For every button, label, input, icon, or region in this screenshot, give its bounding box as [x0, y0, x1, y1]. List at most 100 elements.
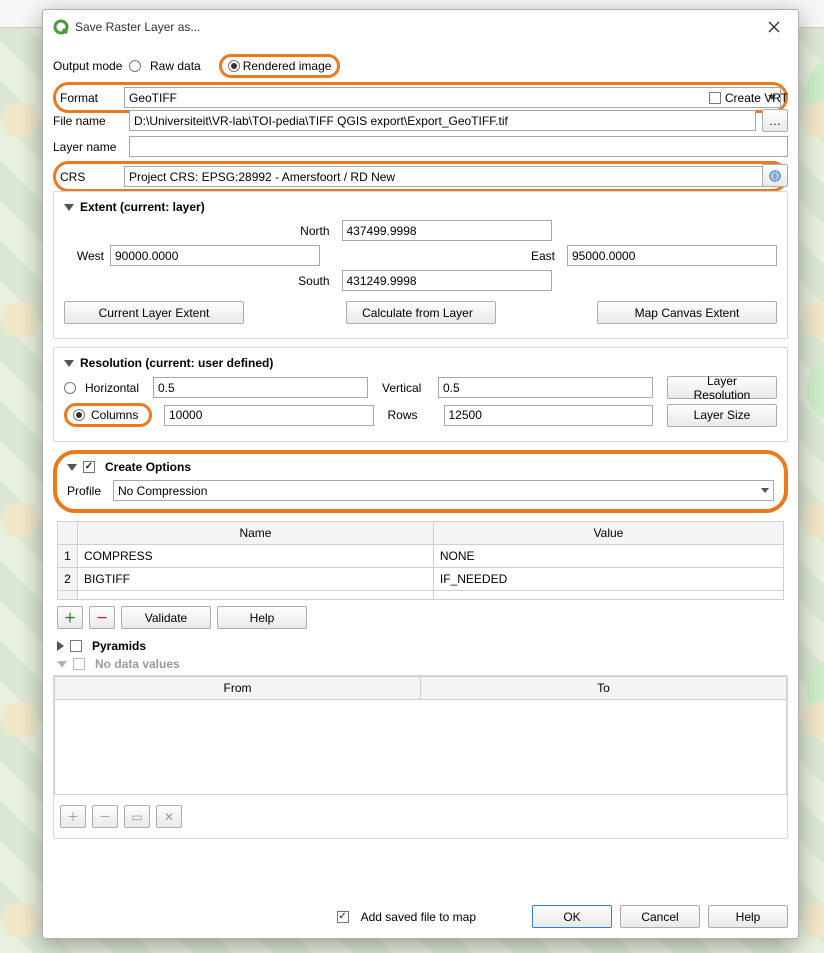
rows-input[interactable]	[444, 405, 654, 426]
vertical-input[interactable]	[438, 377, 653, 398]
extent-title: Extent (current: layer)	[80, 200, 205, 214]
rendered-image-highlight: Rendered image	[219, 54, 341, 78]
add-to-map-label: Add saved file to map	[361, 910, 476, 924]
east-input[interactable]	[567, 245, 777, 266]
create-options-help-button[interactable]: Help	[217, 606, 307, 629]
columns-label: Columns	[91, 408, 143, 422]
nodata-table: From To	[54, 676, 787, 700]
resolution-title: Resolution (current: user defined)	[80, 356, 273, 370]
row-number-header	[58, 522, 78, 545]
save-raster-dialog: Save Raster Layer as... Output mode Raw …	[42, 9, 799, 939]
extent-header[interactable]: Extent (current: layer)	[64, 200, 777, 214]
raw-data-radio[interactable]	[129, 60, 141, 72]
ellipsis-icon: …	[769, 114, 781, 128]
calculate-from-layer-button[interactable]: Calculate from Layer	[346, 301, 496, 324]
pyramids-header[interactable]: Pyramids	[57, 639, 788, 653]
format-label: Format	[60, 91, 118, 105]
profile-value: No Compression	[118, 484, 207, 498]
folder-icon: ▭	[131, 810, 142, 824]
layer-name-input[interactable]	[129, 136, 788, 157]
table-row-empty[interactable]	[58, 591, 784, 600]
output-mode-row: Output mode Raw data Rendered image	[53, 54, 788, 78]
to-header: To	[421, 677, 787, 700]
columns-radio[interactable]	[73, 409, 85, 421]
cancel-button[interactable]: Cancel	[620, 905, 700, 928]
close-button[interactable]	[760, 16, 788, 38]
layer-size-button[interactable]: Layer Size	[667, 404, 777, 427]
profile-label: Profile	[67, 484, 107, 498]
south-input[interactable]	[342, 270, 552, 291]
close-icon	[768, 21, 780, 33]
columns-input[interactable]	[164, 405, 374, 426]
nodata-empty-area	[54, 700, 787, 795]
chevron-down-icon	[761, 488, 769, 493]
file-name-row: File name …	[53, 109, 788, 132]
north-input[interactable]	[342, 220, 552, 241]
collapse-icon	[67, 464, 77, 471]
north-label: North	[290, 224, 330, 238]
horizontal-label: Horizontal	[85, 381, 147, 395]
select-crs-button[interactable]	[762, 164, 788, 187]
browse-file-button[interactable]: …	[762, 109, 788, 132]
table-row[interactable]: 1 COMPRESS NONE	[58, 545, 784, 568]
west-input[interactable]	[110, 245, 320, 266]
east-label: East	[515, 249, 555, 263]
globe-icon	[767, 168, 783, 184]
rendered-image-radio[interactable]	[228, 60, 240, 72]
file-name-input[interactable]	[129, 110, 756, 131]
add-to-map-checkbox[interactable]	[337, 911, 349, 923]
calculate-from-layer-label: Calculate from Layer	[362, 306, 473, 320]
crs-combo[interactable]: Project CRS: EPSG:28992 - Amersfoort / R…	[124, 166, 781, 187]
create-options-header[interactable]: Create Options	[67, 460, 778, 474]
plus-icon: ＋	[64, 609, 76, 626]
value-header: Value	[433, 522, 783, 545]
option-name[interactable]: BIGTIFF	[78, 568, 434, 591]
nodata-remove-button: －	[92, 805, 118, 828]
collapse-icon	[64, 360, 74, 367]
pyramids-checkbox[interactable]	[70, 640, 82, 652]
nodata-checkbox	[73, 658, 85, 670]
current-layer-extent-button[interactable]: Current Layer Extent	[64, 301, 244, 324]
name-header: Name	[78, 522, 434, 545]
plus-icon: ＋	[67, 808, 79, 825]
crs-highlight: CRS Project CRS: EPSG:28992 - Amersfoort…	[53, 161, 788, 192]
map-canvas-extent-button[interactable]: Map Canvas Extent	[597, 301, 777, 324]
validate-button[interactable]: Validate	[121, 606, 211, 629]
create-vrt-label: Create VRT	[725, 91, 788, 105]
remove-option-button[interactable]: －	[89, 606, 115, 629]
table-header-row: Name Value	[58, 522, 784, 545]
ok-button[interactable]: OK	[532, 905, 612, 928]
collapse-icon	[64, 204, 74, 211]
option-value[interactable]: IF_NEEDED	[433, 568, 783, 591]
create-options-highlight: Create Options Profile No Compression	[53, 450, 788, 513]
table-row[interactable]: 2 BIGTIFF IF_NEEDED	[58, 568, 784, 591]
horizontal-input[interactable]	[153, 377, 368, 398]
create-options-checkbox[interactable]	[83, 461, 95, 473]
help-button[interactable]: Help	[708, 905, 788, 928]
create-options-table: Name Value 1 COMPRESS NONE 2 BIGTIFF IF_…	[57, 521, 784, 600]
layer-resolution-button[interactable]: Layer Resolution	[667, 376, 777, 399]
dialog-title: Save Raster Layer as...	[75, 20, 200, 34]
row-number: 2	[58, 568, 78, 591]
create-options-body: Name Value 1 COMPRESS NONE 2 BIGTIFF IF_…	[53, 521, 788, 629]
resolution-header[interactable]: Resolution (current: user defined)	[64, 356, 777, 370]
crs-label: CRS	[60, 170, 118, 184]
columns-highlight: Columns	[64, 403, 152, 427]
create-vrt-checkbox[interactable]	[709, 92, 721, 104]
nodata-clear-button: ✕	[156, 805, 182, 828]
horizontal-radio[interactable]	[64, 382, 76, 394]
dialog-footer: Add saved file to map OK Cancel Help	[43, 895, 798, 938]
layer-name-row: Layer name	[53, 136, 788, 157]
dialog-content: Output mode Raw data Rendered image Form…	[43, 44, 798, 895]
format-combo[interactable]: GeoTIFF	[124, 87, 781, 108]
profile-combo[interactable]: No Compression	[113, 480, 774, 501]
nodata-load-button: ▭	[124, 805, 150, 828]
nodata-header: No data values	[57, 657, 788, 671]
add-option-button[interactable]: ＋	[57, 606, 83, 629]
option-value[interactable]: NONE	[433, 545, 783, 568]
file-name-label: File name	[53, 114, 123, 128]
output-mode-label: Output mode	[53, 59, 123, 73]
layer-name-label: Layer name	[53, 140, 123, 154]
option-name[interactable]: COMPRESS	[78, 545, 434, 568]
nodata-add-button: ＋	[60, 805, 86, 828]
